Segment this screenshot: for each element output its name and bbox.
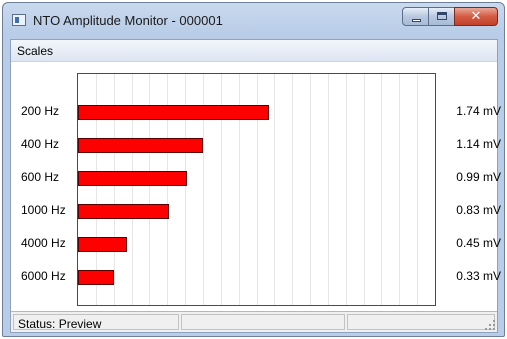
bar-6000-hz <box>78 270 114 285</box>
value-label: 1.14 mV <box>456 137 501 151</box>
maximize-icon <box>437 12 447 20</box>
bar-600-hz <box>78 171 187 186</box>
maximize-button[interactable] <box>428 7 455 26</box>
status-bar: Status: Preview <box>11 311 497 332</box>
category-label: 600 Hz <box>21 170 60 184</box>
category-label: 6000 Hz <box>21 269 66 283</box>
gridline <box>310 74 311 305</box>
app-icon[interactable] <box>12 14 26 26</box>
menu-item-scales[interactable]: Scales <box>17 44 53 58</box>
value-label: 0.83 mV <box>456 203 501 217</box>
gridline <box>292 74 293 305</box>
menu-bar: Scales <box>11 40 497 62</box>
bar-200-hz <box>78 105 269 120</box>
value-label: 0.99 mV <box>456 170 501 184</box>
status-cell-main: Status: Preview <box>13 314 179 331</box>
gridline <box>274 74 275 305</box>
bar-4000-hz <box>78 237 127 252</box>
bar-400-hz <box>78 138 203 153</box>
caption-buttons: ✕ <box>402 7 498 27</box>
category-label: 200 Hz <box>21 104 60 118</box>
window-title: NTO Amplitude Monitor - 000001 <box>33 13 223 28</box>
gridline <box>328 74 329 305</box>
status-cell-3 <box>347 314 495 330</box>
value-label: 1.74 mV <box>456 104 501 118</box>
category-label: 1000 Hz <box>21 203 66 217</box>
app-window: NTO Amplitude Monitor - 000001 ✕ Scales … <box>2 2 505 337</box>
gridline <box>399 74 400 305</box>
gridline <box>381 74 382 305</box>
close-icon: ✕ <box>470 9 482 24</box>
title-bar[interactable]: NTO Amplitude Monitor - 000001 ✕ <box>3 3 504 37</box>
value-label: 0.33 mV <box>456 269 501 283</box>
bar-1000-hz <box>78 204 169 219</box>
gridline <box>364 74 365 305</box>
status-text: Status: Preview <box>18 317 102 331</box>
category-label: 4000 Hz <box>21 236 66 250</box>
plot-area <box>77 73 436 306</box>
minimize-button[interactable] <box>402 7 429 26</box>
client-area: Scales 200 Hz 1.74 mV 400 Hz 1.14 mV 600 Hz 0… <box>10 39 501 333</box>
gridline <box>417 74 418 305</box>
minimize-icon <box>412 19 421 22</box>
gridline <box>346 74 347 305</box>
value-label: 0.45 mV <box>456 236 501 250</box>
category-label: 400 Hz <box>21 137 60 151</box>
resize-grip[interactable] <box>483 318 495 330</box>
close-button[interactable]: ✕ <box>454 7 498 26</box>
status-cell-2 <box>181 314 345 330</box>
